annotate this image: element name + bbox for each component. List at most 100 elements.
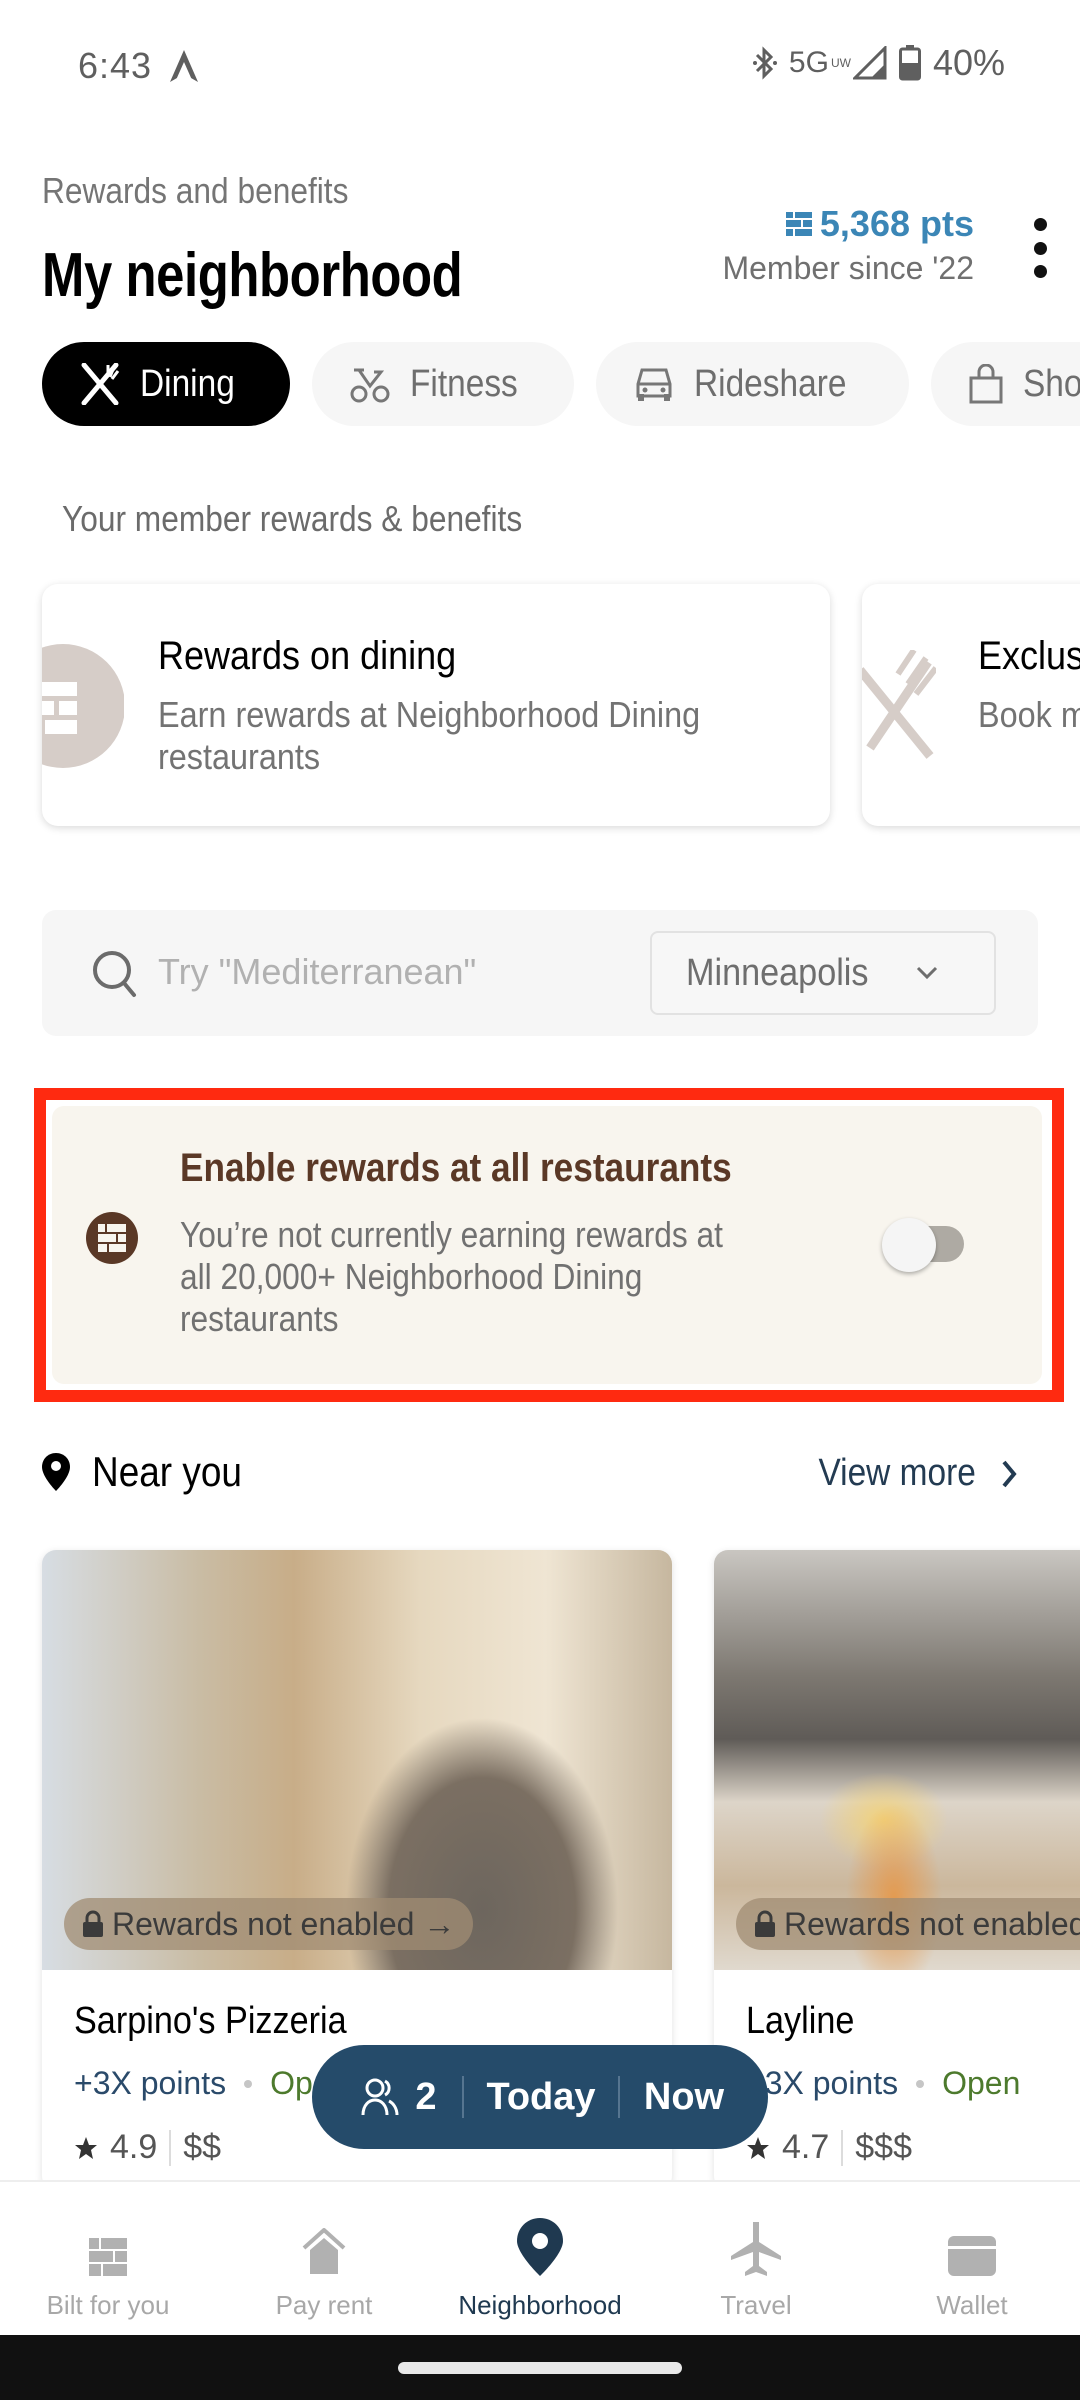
tab-dining[interactable]: Dining	[42, 342, 290, 426]
location-pin-icon	[42, 1453, 70, 1491]
restaurant-name: Layline	[746, 2000, 855, 2042]
divider	[169, 2129, 172, 2166]
points-balance[interactable]: 5,368 pts	[785, 203, 974, 245]
nav-wallet[interactable]: Wallet	[864, 2182, 1080, 2335]
time-button[interactable]: Now	[618, 2076, 748, 2118]
navigation-icon	[170, 50, 198, 82]
nav-label: Bilt for you	[46, 2290, 170, 2320]
page-eyebrow: Rewards and benefits	[42, 170, 349, 211]
nav-neighborhood[interactable]: Neighborhood	[432, 2182, 648, 2335]
battery-icon	[898, 45, 921, 81]
nav-pay-rent[interactable]: Pay rent	[216, 2182, 432, 2335]
airplane-icon	[731, 2222, 781, 2276]
points-multiplier: +3X points	[746, 2065, 899, 2101]
toggle-thumb	[882, 1218, 936, 1272]
benefit-title: Exclusive experiences	[978, 634, 1080, 678]
price-level: $$$	[855, 2128, 912, 2166]
search-input[interactable]	[158, 940, 658, 1004]
dot	[1033, 241, 1047, 255]
benefit-title: Rewards on dining	[158, 634, 457, 678]
badge-label: Rewards not enabled →	[784, 1905, 1080, 1942]
fork-knife-icon	[81, 363, 120, 405]
party-size-button[interactable]: 2	[312, 2045, 462, 2149]
view-more-link[interactable]: View more	[797, 1452, 1018, 1495]
near-you-header: Near you	[42, 1448, 262, 1496]
more-options-button[interactable]	[1028, 218, 1052, 278]
rating-value: 4.7	[782, 2128, 830, 2166]
tab-label: Fitness	[409, 362, 518, 405]
car-icon	[636, 368, 672, 401]
chevron-right-icon	[1002, 1460, 1017, 1487]
lock-icon	[83, 1910, 103, 1937]
restaurant-rating: 4.9 $$	[74, 2128, 221, 2167]
restaurant-card[interactable]: Rewards not enabled → Layline +3X points…	[714, 1550, 1080, 2190]
star-icon	[747, 2136, 769, 2159]
location-pin-icon	[517, 2218, 563, 2276]
city-dropdown[interactable]: Minneapolis	[650, 931, 996, 1015]
network-type: 5G UW	[788, 46, 851, 80]
date-button[interactable]: Today	[462, 2076, 618, 2118]
bike-icon	[350, 368, 390, 403]
wallet-icon	[948, 2236, 996, 2276]
bilt-logo-icon	[785, 212, 812, 236]
signal-icon	[852, 46, 887, 80]
banner-description: You’re not currently earning rewards at …	[180, 1214, 723, 1339]
rewards-not-enabled-badge[interactable]: Rewards not enabled →	[736, 1898, 1080, 1950]
network-label: 5G	[788, 46, 829, 79]
fork-knife-icon	[862, 650, 936, 759]
people-icon	[361, 2078, 399, 2116]
badge-label: Rewards not enabled →	[112, 1905, 456, 1942]
rewards-not-enabled-badge[interactable]: Rewards not enabled →	[64, 1898, 474, 1950]
bilt-logo-icon	[42, 644, 124, 768]
bottom-navigation: Bilt for you Pay rent Neighborhood Trave…	[0, 2180, 1080, 2335]
separator-dot	[916, 2079, 925, 2088]
points-value: 5,368 pts	[819, 203, 974, 244]
tab-label: Rideshare	[694, 362, 847, 405]
time-value: Now	[643, 2075, 725, 2118]
benefit-card-exclusive[interactable]: Exclusive experiences Book member experi…	[862, 584, 1080, 826]
date-value: Today	[486, 2075, 596, 2118]
benefit-description: Book member experiences	[978, 694, 1080, 735]
nav-travel[interactable]: Travel	[648, 2182, 864, 2335]
dot	[1033, 265, 1047, 278]
network-sub-label: UW	[830, 56, 851, 70]
enable-rewards-toggle[interactable]	[882, 1218, 966, 1272]
bilt-logo-icon	[89, 2238, 127, 2276]
tab-label: Shopping	[1023, 362, 1080, 405]
page-title: My neighborhood	[42, 241, 463, 310]
search-icon	[93, 951, 136, 997]
shopping-bag-icon	[969, 364, 1003, 404]
nav-label: Neighborhood	[458, 2290, 622, 2320]
lock-icon	[755, 1910, 775, 1937]
divider	[841, 2129, 844, 2166]
battery-level: 40%	[932, 42, 1005, 83]
tab-shopping[interactable]: Shopping	[931, 342, 1080, 426]
restaurant-meta: +3X points Open	[746, 2065, 1020, 2102]
category-tabs: Dining Fitness Rideshare Shopping	[42, 342, 1080, 426]
near-you-title: Near you	[92, 1448, 242, 1495]
nav-label: Wallet	[936, 2290, 1008, 2320]
nav-label: Pay rent	[275, 2290, 373, 2320]
city-value: Minneapolis	[686, 951, 869, 994]
benefit-description: Earn rewards at Neighborhood Dining rest…	[158, 694, 701, 777]
system-navigation-bar	[0, 2335, 1080, 2400]
tab-rideshare[interactable]: Rideshare	[596, 342, 910, 426]
star-icon	[75, 2136, 97, 2159]
bilt-logo-icon	[86, 1212, 138, 1264]
home-icon	[302, 2228, 346, 2274]
benefit-card-rewards-on-dining[interactable]: Rewards on dining Earn rewards at Neighb…	[42, 584, 830, 826]
points-multiplier: +3X points	[74, 2065, 227, 2101]
tab-label: Dining	[140, 362, 235, 405]
tab-fitness[interactable]: Fitness	[311, 342, 575, 426]
enable-rewards-banner: Enable rewards at all restaurants You’re…	[52, 1106, 1042, 1384]
rating-value: 4.9	[110, 2128, 158, 2166]
status-time: 6:43	[78, 45, 153, 86]
dot	[1033, 218, 1047, 231]
nav-bilt-for-you[interactable]: Bilt for you	[0, 2182, 216, 2335]
view-more-label: View more	[818, 1452, 976, 1494]
bluetooth-icon	[752, 46, 777, 80]
open-status: Open	[942, 2065, 1021, 2101]
home-gesture-handle[interactable]	[398, 2362, 682, 2374]
benefits-section-label: Your member rewards & benefits	[62, 498, 523, 539]
chevron-down-icon	[916, 966, 937, 980]
